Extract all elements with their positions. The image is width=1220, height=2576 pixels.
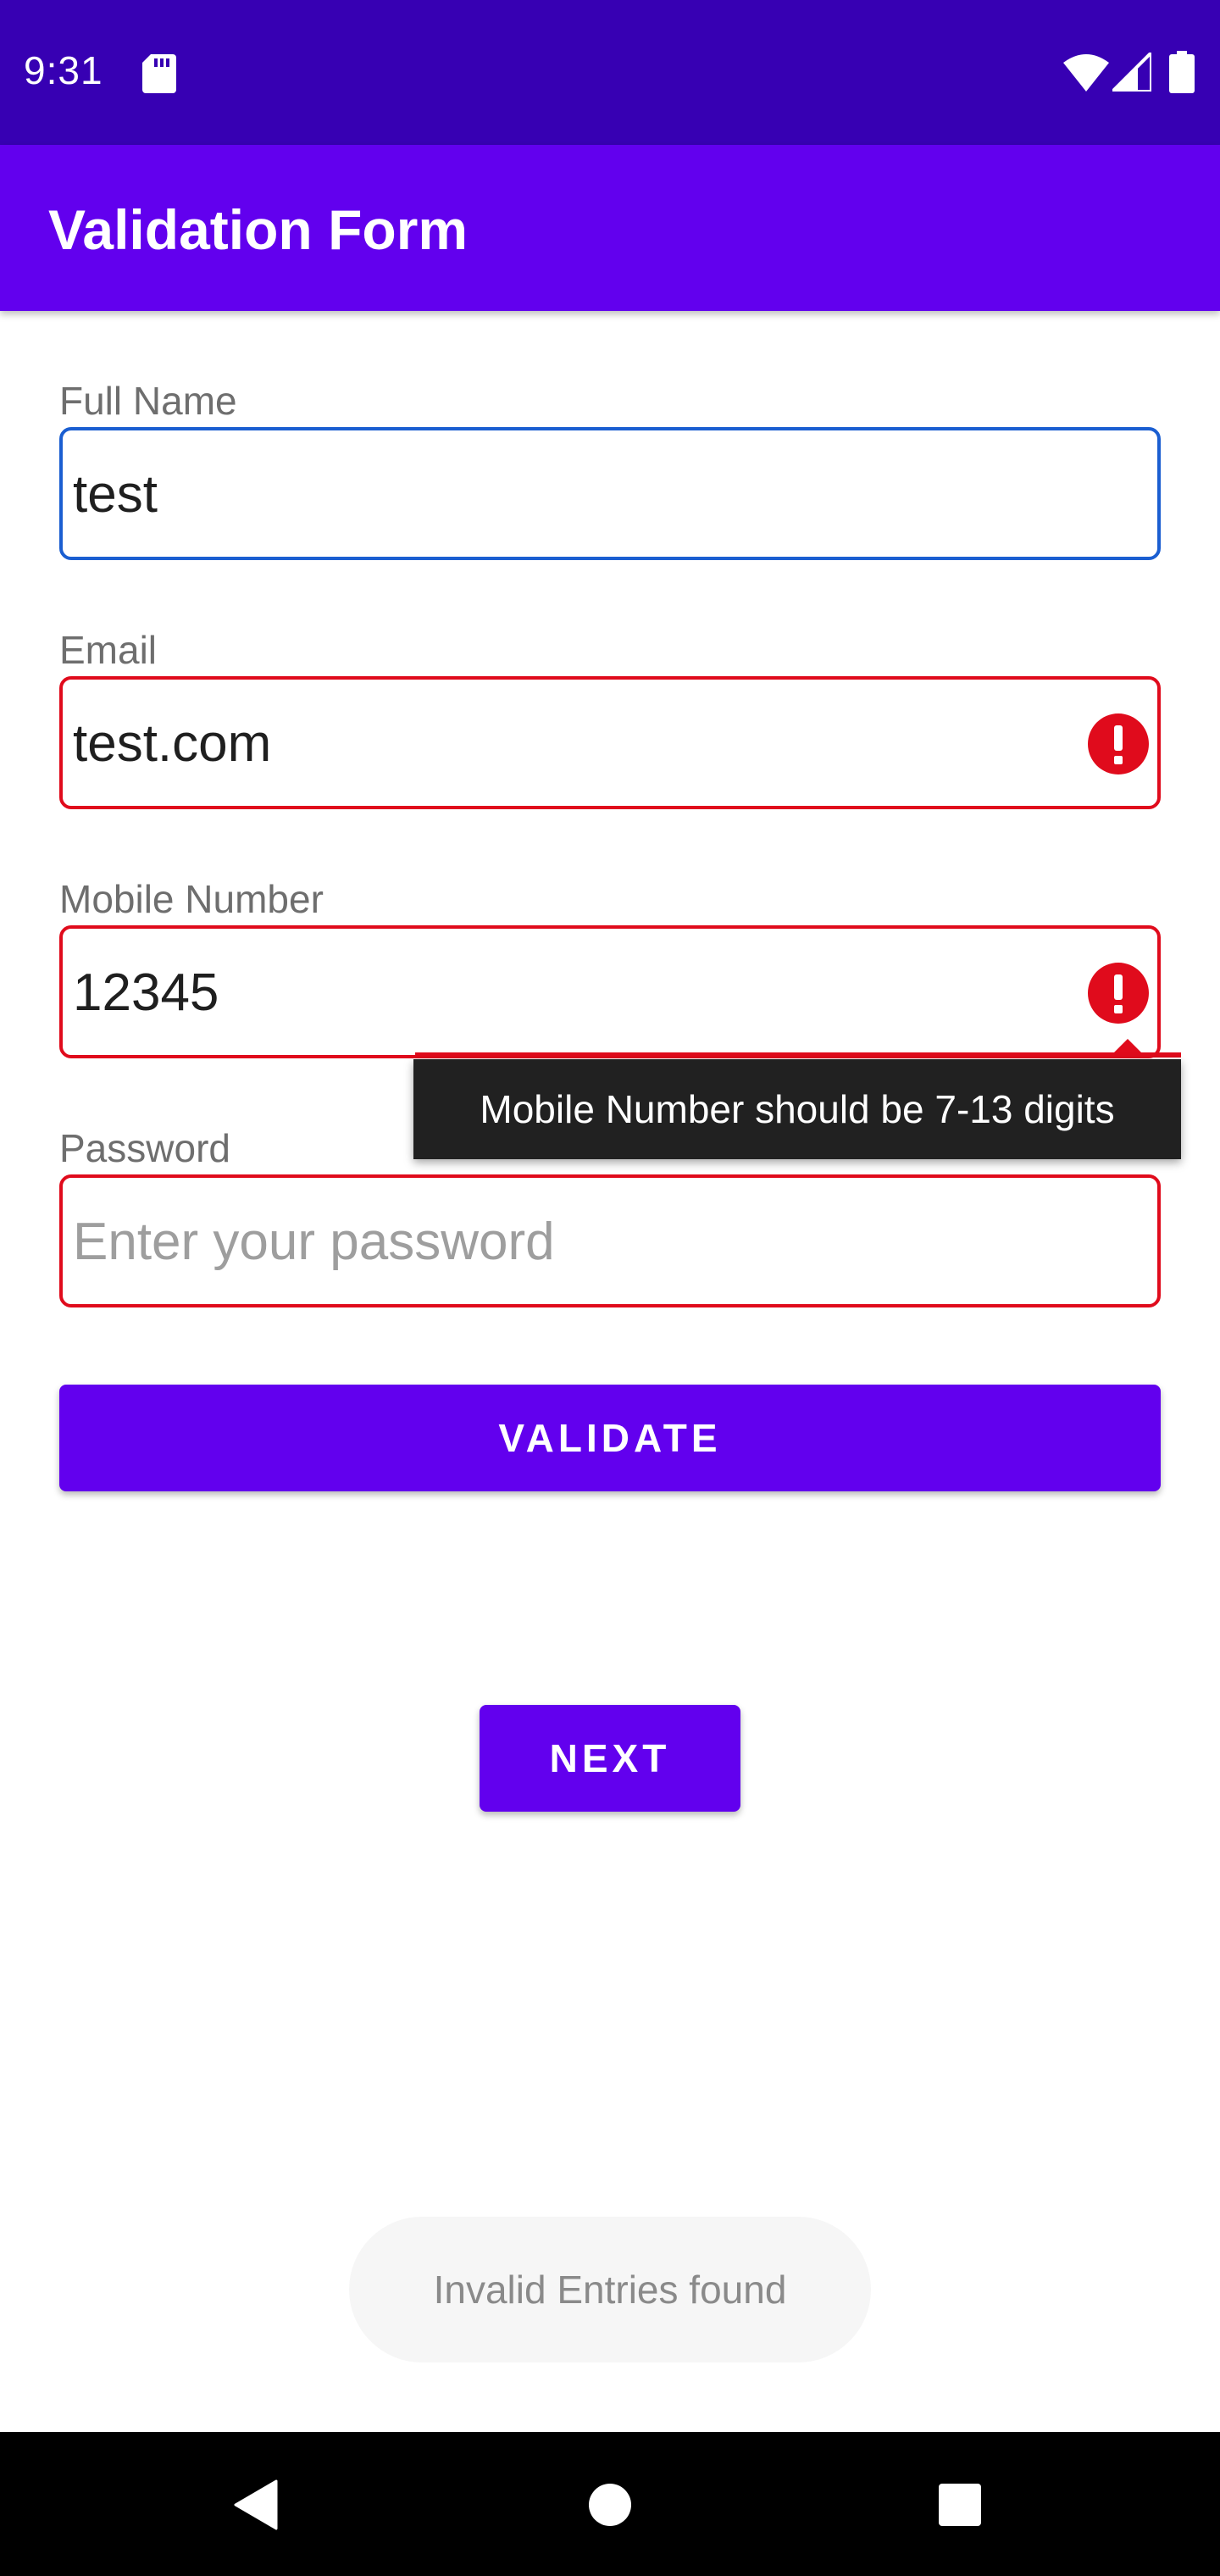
wifi-icon: [1063, 54, 1109, 92]
home-icon[interactable]: [588, 2483, 632, 2527]
password-label: Password: [59, 1126, 230, 1170]
email-label: Email: [59, 628, 158, 672]
back-icon[interactable]: [232, 2479, 280, 2530]
recents-icon[interactable]: [938, 2483, 982, 2527]
tooltip-text: Mobile Number should be 7-13 digits: [480, 1087, 1115, 1131]
mobile-error-tooltip: Mobile Number should be 7-13 digits: [413, 1059, 1181, 1159]
mobile-number-value: 12345: [73, 963, 219, 1022]
next-button[interactable]: NEXT: [480, 1705, 740, 1812]
error-icon[interactable]: [1088, 713, 1149, 774]
mobile-number-label: Mobile Number: [59, 877, 324, 921]
full-name-label: Full Name: [59, 379, 237, 423]
signal-icon: [1112, 53, 1151, 92]
tooltip-underline: [415, 1052, 1181, 1058]
app-bar: Validation Form: [0, 145, 1220, 311]
tooltip-arrow: [1109, 1039, 1146, 1058]
full-name-value: test: [73, 465, 158, 524]
password-placeholder: Enter your password: [73, 1213, 555, 1271]
navigation-bar: [0, 2432, 1220, 2576]
toast: Invalid Entries found: [349, 2217, 871, 2362]
status-bar: 9:31: [0, 0, 1220, 145]
validate-button[interactable]: VALIDATE: [59, 1385, 1161, 1491]
error-icon[interactable]: [1088, 963, 1149, 1024]
screen: 9:31 Validation Form Full Name test Emai…: [0, 0, 1220, 2576]
toast-message: Invalid Entries found: [433, 2268, 787, 2312]
sd-card-icon: [142, 54, 176, 93]
battery-icon: [1169, 51, 1195, 93]
password-field[interactable]: Enter your password: [59, 1174, 1161, 1307]
email-field[interactable]: test.com: [59, 676, 1161, 809]
status-time: 9:31: [24, 48, 103, 92]
app-title: Validation Form: [48, 198, 469, 261]
full-name-field[interactable]: test: [59, 427, 1161, 560]
email-value: test.com: [73, 714, 272, 773]
mobile-number-field[interactable]: 12345: [59, 925, 1161, 1058]
